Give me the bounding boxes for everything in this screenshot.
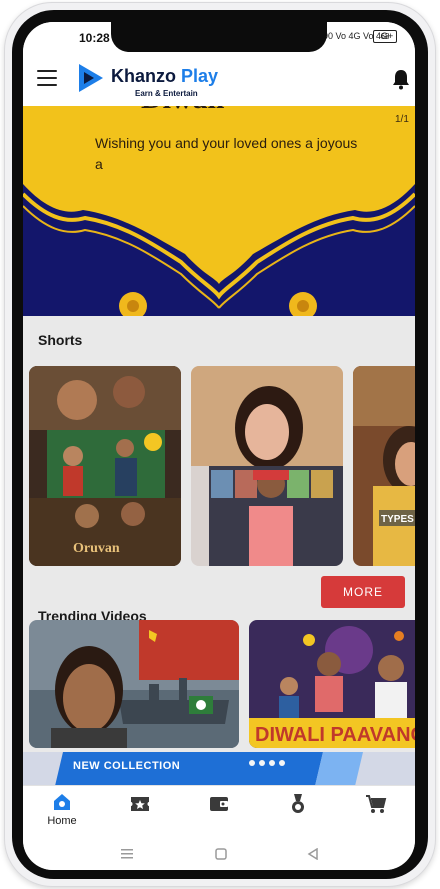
back-triangle-icon[interactable] <box>307 848 319 860</box>
carousel-dot[interactable] <box>279 760 285 766</box>
promo-banner[interactable]: NEW COLLECTION <box>23 752 415 786</box>
battery-icon: 68 <box>373 30 397 43</box>
short-overlay-text: TYPES <box>381 514 414 525</box>
nav-wallet[interactable] <box>180 786 258 830</box>
short-thumbnail: Oruvan <box>29 366 181 566</box>
brand-first: Khanzo <box>111 66 176 86</box>
brand-second: Play <box>181 66 219 86</box>
short-thumbnail: TYPES <box>353 366 415 566</box>
cart-icon <box>366 795 387 813</box>
carousel-dot[interactable] <box>249 760 255 766</box>
nav-home[interactable]: Home <box>23 786 101 830</box>
medal-icon <box>292 794 304 813</box>
trending-thumbnail: DIWALI PAAVANG <box>249 620 415 748</box>
nav-ticket[interactable] <box>101 786 179 830</box>
brand-tagline: Earn & Entertain <box>135 89 198 98</box>
menu-icon[interactable] <box>37 70 57 86</box>
short-card[interactable]: TYPES <box>353 366 415 566</box>
trending-overlay-text: DIWALI PAAVANG <box>255 724 415 746</box>
brand-name: Khanzo Play <box>111 66 218 87</box>
banner-headline: Diwali <box>141 106 224 115</box>
festival-banner[interactable]: Diwali Wishing you and your loved ones a… <box>23 106 415 316</box>
nav-home-label: Home <box>47 815 77 827</box>
nav-cart[interactable] <box>337 786 415 830</box>
short-card[interactable]: Oruvan <box>29 366 181 566</box>
status-time: 10:28 <box>79 31 110 45</box>
banner-counter: 1/1 <box>395 114 409 125</box>
trending-thumbnail <box>29 620 239 748</box>
home-square-icon[interactable] <box>215 848 227 860</box>
recent-apps-icon[interactable] <box>121 848 133 860</box>
bell-icon[interactable] <box>391 68 411 90</box>
shorts-title: Shorts <box>38 332 83 348</box>
wallet-icon <box>210 797 228 811</box>
camera-notch <box>111 22 327 52</box>
system-navigation <box>23 830 415 870</box>
short-overlay-text: Oruvan <box>73 541 120 556</box>
nav-rewards[interactable] <box>259 786 337 830</box>
ticket-star-icon <box>131 797 149 811</box>
carousel-dot[interactable] <box>269 760 275 766</box>
more-button[interactable]: MORE <box>321 576 405 608</box>
app-header: Khanzo Play Earn & Entertain <box>23 52 415 106</box>
play-logo-icon <box>79 64 103 92</box>
promo-label: NEW COLLECTION <box>73 760 181 772</box>
trending-card[interactable]: DIWALI PAAVANG <box>249 620 415 748</box>
short-thumbnail <box>191 366 343 566</box>
carousel-dot[interactable] <box>259 760 265 766</box>
trending-card[interactable] <box>29 620 239 748</box>
carousel-dots <box>249 753 289 771</box>
short-card[interactable] <box>191 366 343 566</box>
home-icon <box>54 794 70 810</box>
banner-message: Wishing you and your loved ones a joyous… <box>95 135 358 172</box>
content-area: Shorts Oruvan TYPES Trending Videos MORE… <box>23 316 415 786</box>
app-screen: 10:28 90 Vo 4G Vo 4G+ 68 Khanzo Play Ear… <box>23 22 415 870</box>
bottom-navigation: Home <box>23 786 415 830</box>
